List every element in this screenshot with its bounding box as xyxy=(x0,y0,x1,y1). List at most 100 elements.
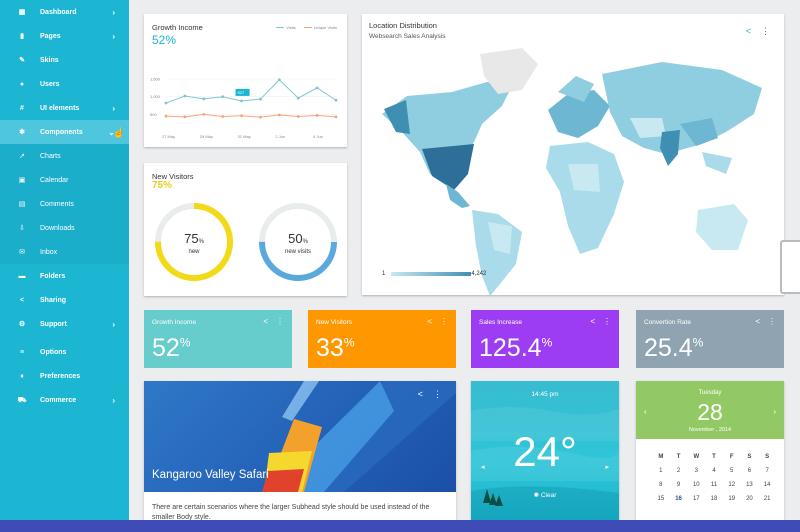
weekday-label: T xyxy=(676,454,681,460)
data-point[interactable] xyxy=(164,114,168,118)
sidebar-item[interactable]: ▦ Dashboard › xyxy=(0,0,129,24)
chevron-icon: › xyxy=(112,7,115,17)
sidebar-item-label: Preferences xyxy=(40,372,81,380)
calendar-date[interactable]: 3 xyxy=(687,468,705,474)
calendar-date[interactable]: 14 xyxy=(758,482,776,488)
tile-value: 33% xyxy=(316,334,355,362)
calendar-date[interactable]: 4 xyxy=(705,468,723,474)
sidebar-item-label: Charts xyxy=(40,152,61,160)
share-icon[interactable]: < xyxy=(418,389,423,400)
tile-value: 25.4% xyxy=(644,334,704,362)
weekday-label: S xyxy=(765,454,770,460)
sidebar-item[interactable]: ✎ Skins xyxy=(0,48,129,72)
sidebar-item[interactable]: ⇩ Downloads xyxy=(0,216,129,240)
calendar-grid: M T W T F S S 1 2 3 4 5 6 7 8 9 10 11 12 13 14 15 16 17 18 19 20 21 xyxy=(652,454,776,502)
data-point[interactable] xyxy=(334,98,338,102)
sidebar-item[interactable]: ✉ Inbox xyxy=(0,240,129,264)
sidebar-item[interactable]: ▬ Folders xyxy=(0,264,129,288)
sidebar-icon: ▮ xyxy=(20,33,24,40)
data-point[interactable] xyxy=(315,86,319,90)
calendar-date[interactable]: 2 xyxy=(670,468,688,474)
data-point[interactable] xyxy=(296,96,300,100)
more-vert-icon[interactable]: ⋮ xyxy=(433,389,442,400)
calendar-date[interactable]: 1 xyxy=(652,468,670,474)
calendar-date[interactable]: 18 xyxy=(705,496,723,502)
more-vert-icon[interactable]: ⋮ xyxy=(276,317,284,326)
sidebar-item-label: Sharing xyxy=(40,296,67,304)
calendar-date[interactable]: 12 xyxy=(723,482,741,488)
data-point[interactable] xyxy=(277,113,281,117)
sidebar-item[interactable]: < Sharing xyxy=(0,288,129,312)
more-vert-icon[interactable]: ⋮ xyxy=(768,317,776,326)
mouse-cursor-icon: ☝ xyxy=(112,128,125,139)
tile-title: Growth Income xyxy=(152,319,197,326)
data-point[interactable] xyxy=(296,115,300,118)
calendar-date[interactable]: 21 xyxy=(758,496,776,502)
tile-title: Sales Increase xyxy=(479,319,522,326)
data-point[interactable] xyxy=(183,115,187,119)
sidebar-item[interactable]: ▮ Pages › xyxy=(0,24,129,48)
data-point[interactable] xyxy=(240,114,243,118)
sidebar-item-label: Dashboard xyxy=(40,8,77,16)
calendar-date[interactable]: 19 xyxy=(723,496,741,502)
data-point[interactable] xyxy=(259,115,262,119)
sidebar-item[interactable]: ▣ Calendar xyxy=(0,168,129,192)
tile-title: New Visitors xyxy=(316,319,353,326)
data-point[interactable] xyxy=(221,115,225,118)
sidebar-item[interactable]: ▤ Comments xyxy=(0,192,129,216)
calendar-date[interactable]: 5 xyxy=(723,468,741,474)
more-vert-icon[interactable]: ⋮ xyxy=(440,317,448,326)
calendar-date[interactable]: 8 xyxy=(652,482,670,488)
article-image: < ⋮ Kangaroo Valley Safari xyxy=(144,381,456,492)
sidebar-item[interactable]: ≡ Options xyxy=(0,340,129,364)
data-point[interactable] xyxy=(202,97,206,101)
share-icon[interactable]: < xyxy=(755,317,760,326)
share-icon[interactable]: < xyxy=(590,317,595,326)
data-point[interactable] xyxy=(202,112,206,116)
calendar-header: Tuesday 28 November , 2014 ‹ › xyxy=(636,381,784,439)
calendar-month-year: November , 2014 xyxy=(688,427,732,433)
data-point[interactable] xyxy=(277,78,281,82)
data-point[interactable] xyxy=(259,97,262,101)
sidebar-item[interactable]: ● Users xyxy=(0,72,129,96)
sidebar-item[interactable]: ↗ Charts xyxy=(0,144,129,168)
data-point[interactable] xyxy=(315,114,319,117)
growth-income-card: Growth Income 52% Visits Unique Visits 1… xyxy=(144,14,347,147)
world-map[interactable] xyxy=(362,14,784,295)
sidebar-item[interactable]: ✱ Components ⌄ ☝ xyxy=(0,120,129,144)
calendar-date[interactable]: 13 xyxy=(741,482,759,488)
sidebar-item[interactable]: ⚙ Support › xyxy=(0,312,129,336)
calendar-date[interactable]: 20 xyxy=(741,496,759,502)
data-point[interactable] xyxy=(240,99,243,103)
more-vert-icon[interactable]: ⋮ xyxy=(603,317,611,326)
x-tick-label: 2 Jun xyxy=(275,134,285,139)
carousel-next-arrow[interactable] xyxy=(780,240,800,294)
share-icon[interactable]: < xyxy=(427,317,432,326)
next-month-icon[interactable]: › xyxy=(773,407,776,416)
calendar-date[interactable]: 17 xyxy=(687,496,705,502)
sidebar-icon: ⚙ xyxy=(18,321,26,328)
calendar-date[interactable]: 9 xyxy=(670,482,688,488)
y-tick-label: 1,000 xyxy=(150,94,161,99)
sidebar-item[interactable]: # UI elements › xyxy=(0,96,129,120)
calendar-date[interactable]: 16 xyxy=(670,496,688,502)
data-point[interactable] xyxy=(334,115,338,119)
prev-month-icon[interactable]: ‹ xyxy=(644,407,647,416)
share-icon[interactable]: < xyxy=(263,317,268,326)
weather-condition: ✺ Clear xyxy=(533,492,557,499)
sidebar-item[interactable]: ♦ Preferences xyxy=(0,364,129,388)
sidebar-icon: < xyxy=(19,296,25,304)
calendar-date[interactable]: 6 xyxy=(741,468,759,474)
calendar-date[interactable]: 10 xyxy=(687,482,705,488)
sidebar-item[interactable]: ⛟ Commerce › xyxy=(0,388,129,412)
data-point[interactable] xyxy=(221,95,225,99)
calendar-date[interactable]: 11 xyxy=(705,482,723,488)
bottom-bar xyxy=(0,520,800,532)
calendar-date[interactable]: 7 xyxy=(758,468,776,474)
sidebar-icon: ▦ xyxy=(18,9,26,16)
calendar-card: Tuesday 28 November , 2014 ‹ › MTWTFSS12… xyxy=(636,381,784,521)
data-point[interactable] xyxy=(164,101,168,105)
data-point[interactable] xyxy=(183,94,187,98)
calendar-date[interactable]: 15 xyxy=(652,496,670,502)
sidebar-icon: # xyxy=(20,104,24,112)
